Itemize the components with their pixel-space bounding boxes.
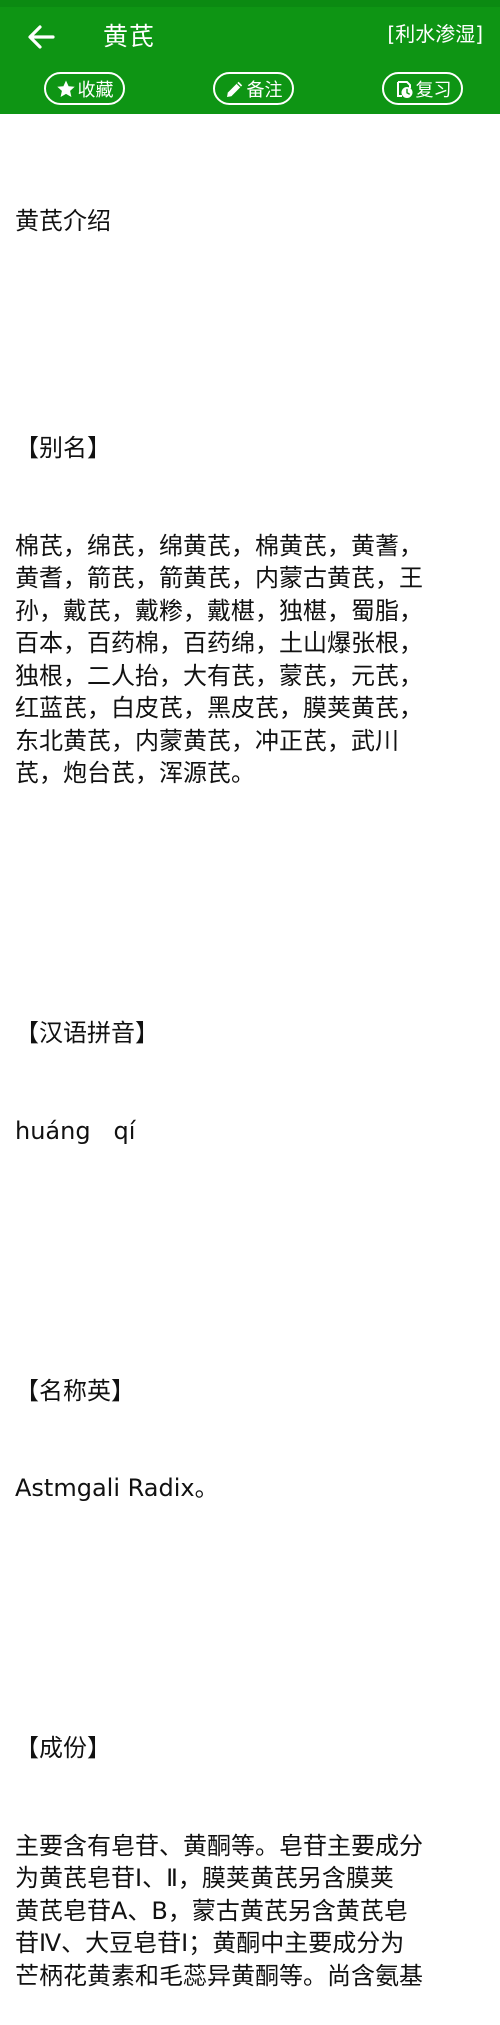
favorite-button[interactable]: 收藏 — [44, 72, 125, 105]
ingredients-body: 主要含有皂苷、黄酮等。皂苷主要成分 为黄芪皂苷Ⅰ、Ⅱ，膜荚黄芪另含膜荚 黄芪皂苷… — [15, 1831, 423, 1990]
intro-title: 黄芪介绍 — [15, 207, 111, 235]
english-name-heading: 【名称英】 — [15, 1376, 135, 1405]
pinyin-body: huáng qí — [15, 1116, 136, 1145]
review-clock-icon — [396, 80, 412, 98]
pencil-icon — [226, 81, 242, 97]
status-strip — [0, 0, 500, 7]
note-button[interactable]: 备注 — [213, 72, 294, 105]
app-bar: 黄芪 [利水渗湿] 收藏 备注 复习 — [0, 0, 500, 114]
review-button[interactable]: 复习 — [382, 72, 463, 105]
favorite-label: 收藏 — [77, 79, 114, 101]
note-label: 备注 — [246, 79, 283, 101]
review-label: 复习 — [415, 79, 452, 101]
english-name-body: Astmgali Radix。 — [15, 1474, 219, 1502]
alias-body: 棉芪，绵芪，绵黄芪，棉黄芪，黄蓍， 黄耆，箭芪，箭黄芪，内蒙古黄芪，王 孙，戴芪… — [15, 531, 423, 788]
pinyin-heading: 【汉语拼音】 — [15, 1019, 159, 1047]
star-icon — [56, 80, 75, 97]
herb-detail-content: 黄芪介绍 【别名】 棉芪，绵芪，绵黄芪，棉黄芪，黄蓍， 黄耆，箭芪，箭黄芪，内蒙… — [15, 140, 493, 2025]
alias-heading: 【别名】 — [15, 434, 111, 462]
ingredients-heading: 【成份】 — [15, 1734, 111, 1762]
arrow-left-icon[interactable] — [26, 22, 56, 52]
page-title: 黄芪 — [103, 22, 156, 51]
category-label: [利水渗湿] — [387, 22, 483, 46]
